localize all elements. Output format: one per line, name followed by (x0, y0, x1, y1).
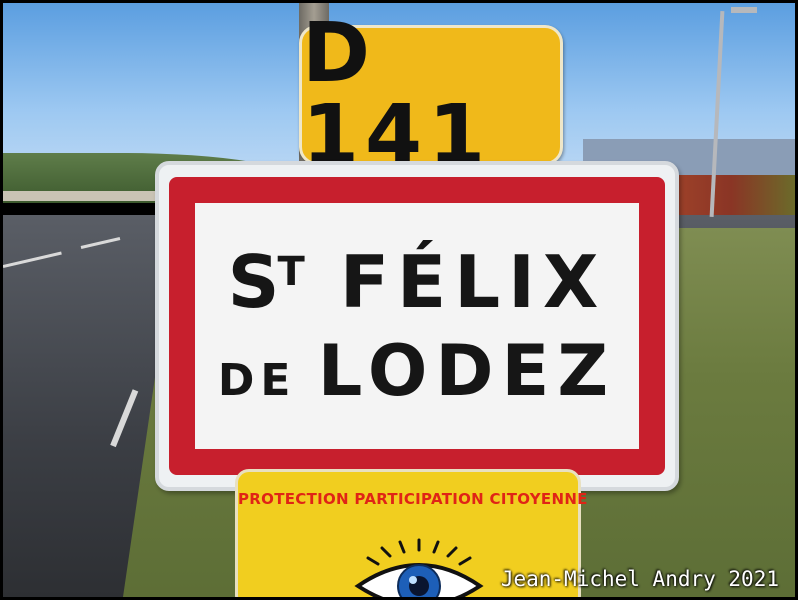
saint-superscript: T (277, 249, 307, 295)
sidewalk (3, 191, 163, 201)
town-entry-sign: ST FÉLIX DE LODEZ (155, 161, 679, 491)
route-number-plate: D 141 (299, 13, 563, 177)
photo: D 141 ST FÉLIX DE LODEZ PROTECTION PARTI… (3, 3, 795, 597)
photo-credit: Jean-Michel Andry 2021 (500, 567, 779, 591)
eye-icon (354, 538, 484, 597)
town-sign-red-border: ST FÉLIX DE LODEZ (169, 177, 665, 475)
town-name-line2: DE LODEZ (195, 336, 639, 406)
photo-frame: D 141 ST FÉLIX DE LODEZ PROTECTION PARTI… (0, 0, 798, 600)
route-number: D 141 (302, 6, 492, 183)
town-name-part1: FÉLIX (306, 240, 607, 324)
citizen-watch-text: PROTECTION PARTICIPATION CITOYENNE (238, 490, 588, 508)
town-name-line1: ST FÉLIX (195, 246, 639, 318)
de-prefix: DE (217, 355, 318, 406)
hedge (668, 175, 795, 221)
town-name-part2: LODEZ (317, 330, 617, 412)
street-lamp-head (731, 7, 757, 13)
